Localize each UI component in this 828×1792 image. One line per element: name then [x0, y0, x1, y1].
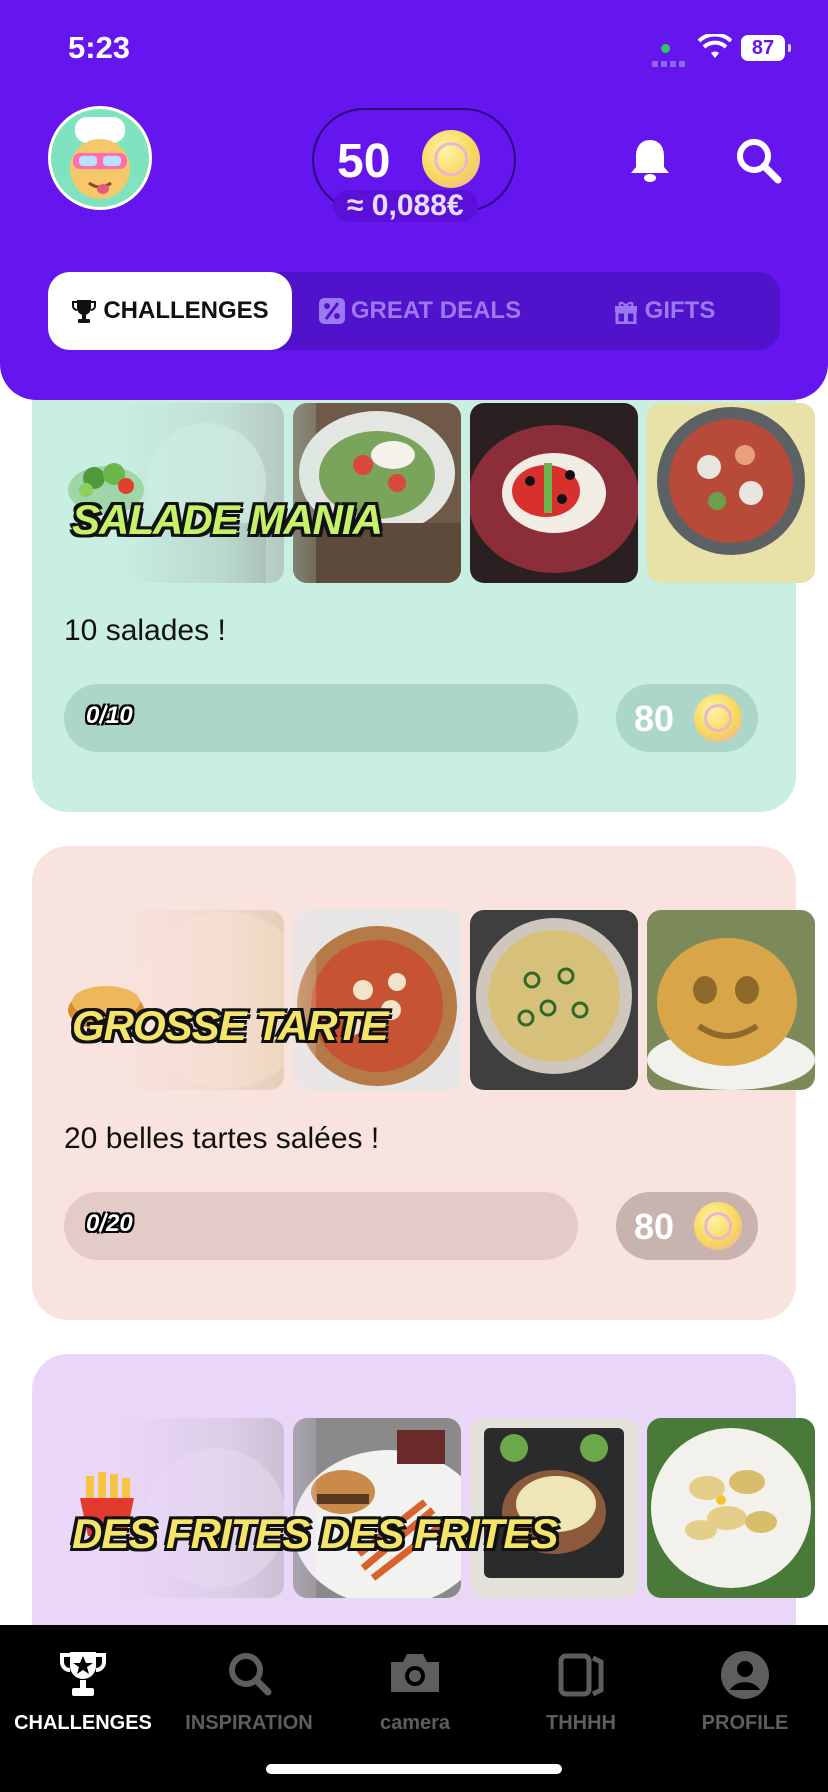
- food-photo: [470, 403, 638, 583]
- percent-icon: [318, 298, 345, 324]
- nav-profile[interactable]: PROFILE: [662, 1650, 828, 1735]
- app-header: 5:23 87 50 ≈ 0,088€ CHALLENGES GREAT DEA…: [0, 0, 828, 400]
- challenge-photos: [116, 910, 816, 1090]
- camera-icon: [391, 1654, 439, 1692]
- progress-label: 0/20: [86, 1210, 133, 1237]
- nav-thhhh[interactable]: THHHH: [498, 1650, 664, 1735]
- challenge-card-grosse-tarte[interactable]: GROSSE TARTE 20 belles tartes salées ! 0…: [32, 846, 815, 1320]
- reward-badge: 80: [616, 1192, 758, 1260]
- gift-icon: [613, 298, 639, 324]
- challenge-title: GROSSE TARTE: [72, 1002, 388, 1049]
- nav-label: CHALLENGES: [14, 1712, 152, 1734]
- nav-label: camera: [379, 1712, 451, 1734]
- challenge-title: DES FRITES DES FRITES: [72, 1510, 558, 1557]
- tab-label: CHALLENGES: [103, 297, 269, 324]
- nav-label: PROFILE: [701, 1712, 789, 1734]
- challenge-progress-bar: 0/20: [64, 1192, 578, 1260]
- avatar[interactable]: [48, 106, 152, 210]
- reward-value: 80: [634, 698, 675, 739]
- challenge-description: 20 belles tartes salées !: [64, 1122, 380, 1155]
- nav-label: INSPIRATION: [185, 1712, 313, 1734]
- coins-value: 50: [337, 135, 391, 188]
- tab-gifts[interactable]: GIFTS: [548, 272, 780, 350]
- profile-icon: [721, 1651, 769, 1699]
- reward-badge: 80: [616, 684, 758, 752]
- coins-euro-value: ≈ 0,088€: [333, 190, 478, 222]
- reward-value: 80: [634, 1206, 675, 1247]
- home-indicator[interactable]: [266, 1764, 562, 1774]
- food-photo: [293, 910, 461, 1090]
- tab-challenges[interactable]: CHALLENGES: [48, 272, 292, 350]
- nav-label: THHHH: [546, 1712, 616, 1734]
- status-time: 5:23: [68, 30, 131, 65]
- food-photo: [470, 1418, 638, 1598]
- trophy-icon: [71, 298, 97, 324]
- privacy-indicator: [661, 44, 670, 53]
- cards-icon: [558, 1653, 604, 1697]
- bell-icon[interactable]: [628, 137, 672, 188]
- coin-icon: [694, 694, 742, 742]
- tab-label: GREAT DEALS: [350, 297, 522, 324]
- search-icon[interactable]: [734, 136, 782, 189]
- challenge-photos: [116, 403, 816, 583]
- challenge-progress-bar: 0/10: [64, 684, 578, 752]
- food-photo: [647, 403, 815, 583]
- category-tabs: CHALLENGES GREAT DEALS GIFTS: [48, 272, 780, 350]
- progress-label: 0/10: [86, 702, 133, 729]
- nav-challenges[interactable]: CHALLENGES: [0, 1650, 166, 1735]
- battery-indicator: 87: [741, 35, 791, 61]
- tab-label: GIFTS: [644, 297, 716, 324]
- coin-icon: [694, 1202, 742, 1250]
- food-photo: [647, 910, 815, 1090]
- wifi-icon: [697, 32, 733, 65]
- food-photo: [293, 403, 461, 583]
- challenge-card-salade-mania[interactable]: SALADE MANIA 10 salades ! 0/10 80: [32, 336, 815, 812]
- challenge-description: 10 salades !: [64, 614, 226, 647]
- chef-memoji-icon: [70, 117, 130, 199]
- tab-great-deals[interactable]: GREAT DEALS: [302, 272, 538, 350]
- challenge-title: SALADE MANIA: [72, 496, 383, 543]
- trophy-icon: [60, 1652, 106, 1696]
- cellular-signal-icon: [652, 54, 688, 72]
- challenge-photos: [116, 1418, 816, 1598]
- search-icon: [229, 1653, 272, 1696]
- food-photo: [647, 1418, 815, 1598]
- challenge-card-des-frites[interactable]: DES FRITES DES FRITES: [32, 1354, 815, 1625]
- status-bar: 5:23 87: [0, 30, 828, 70]
- food-photo: [293, 1418, 461, 1598]
- nav-inspiration[interactable]: INSPIRATION: [166, 1650, 332, 1735]
- food-photo: [470, 910, 638, 1090]
- nav-camera[interactable]: camera: [332, 1650, 498, 1735]
- coin-icon: [422, 130, 480, 188]
